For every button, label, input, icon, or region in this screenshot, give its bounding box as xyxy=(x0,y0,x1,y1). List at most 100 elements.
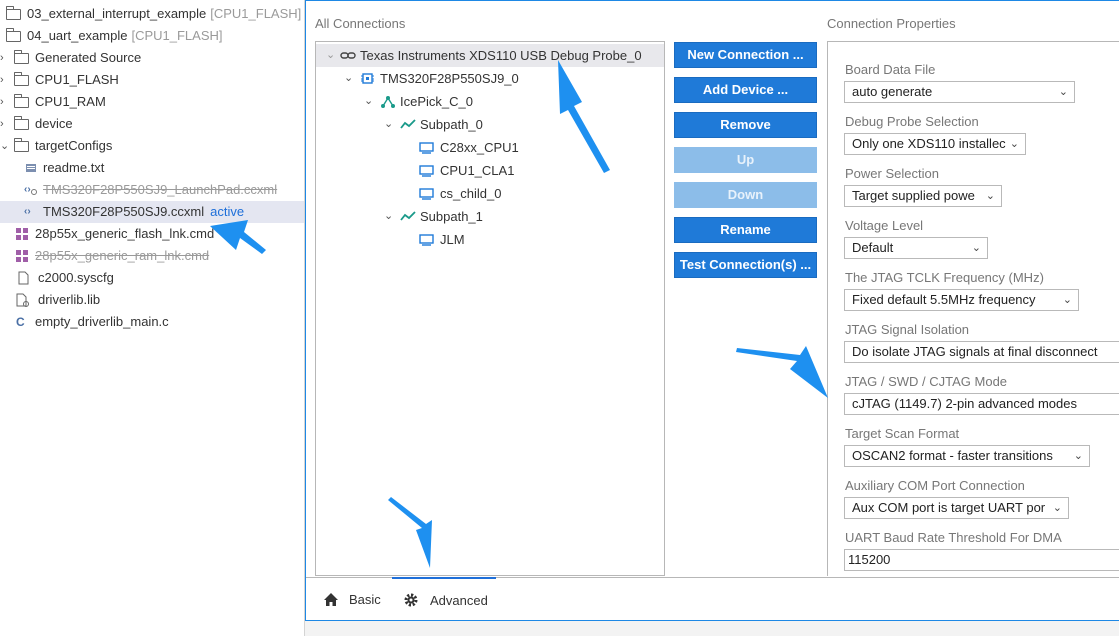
tree-item-label: readme.txt xyxy=(43,160,105,175)
tree-node-xds110-probe[interactable]: ⌄ Texas Instruments XDS110 USB Debug Pro… xyxy=(316,44,664,67)
tree-node-label: Subpath_1 xyxy=(420,209,483,224)
folder-icon xyxy=(14,94,29,108)
up-button[interactable]: Up xyxy=(674,147,817,173)
tab-label: Advanced xyxy=(430,593,488,608)
chip-icon xyxy=(361,73,374,84)
subpath-icon xyxy=(400,119,416,129)
text-file-icon xyxy=(26,164,36,172)
file-icon xyxy=(18,271,29,285)
chevron-right-icon[interactable]: › xyxy=(0,47,10,69)
power-selection-select[interactable]: Target supplied powe ⌄ xyxy=(844,185,1002,207)
tree-item-driverlib[interactable]: driverlib.lib xyxy=(0,289,304,311)
down-button[interactable]: Down xyxy=(674,182,817,208)
chevron-down-icon[interactable]: ⌄ xyxy=(0,135,10,157)
xml-file-icon: ‹› xyxy=(24,206,31,217)
debug-probe-selection-select[interactable]: Only one XDS110 installec ⌄ xyxy=(844,133,1026,155)
home-icon xyxy=(324,593,338,606)
tree-item-label: driverlib.lib xyxy=(38,292,101,307)
cpu-screen-icon xyxy=(419,188,434,200)
tab-basic[interactable]: Basic xyxy=(323,578,401,622)
chevron-down-icon[interactable]: ⌄ xyxy=(384,113,393,136)
chevron-down-icon: ⌄ xyxy=(1058,86,1068,98)
aux-com-port-label: Auxiliary COM Port Connection xyxy=(845,478,1025,493)
tree-item-targetconfigs[interactable]: ⌄ targetConfigs xyxy=(0,135,304,157)
subpath-icon xyxy=(400,211,416,221)
target-config-editor: All Connections ⌄ Texas Instruments XDS1… xyxy=(305,0,1119,622)
select-value: Target supplied powe xyxy=(852,188,975,203)
excluded-badge-icon xyxy=(31,189,37,195)
project-explorer: 03_external_interrupt_example [CPU1_FLASH… xyxy=(0,0,305,636)
tree-item-label: Generated Source xyxy=(35,50,142,65)
folder-icon xyxy=(14,138,29,152)
board-data-file-label: Board Data File xyxy=(845,62,936,77)
aux-com-port-select[interactable]: Aux COM port is target UART por ⌄ xyxy=(844,497,1069,519)
voltage-level-select[interactable]: Default ⌄ xyxy=(844,237,988,259)
tree-item-label: c2000.syscfg xyxy=(38,270,114,285)
tree-item-label: CPU1_FLASH xyxy=(35,72,119,87)
voltage-level-label: Voltage Level xyxy=(845,218,924,233)
bottom-panel-strip xyxy=(305,620,1119,636)
cpu-screen-icon xyxy=(419,142,434,154)
rename-button[interactable]: Rename xyxy=(674,217,817,243)
tree-node-label: JLM xyxy=(440,232,465,247)
tree-item-label: TMS320F28P550SJ9.ccxml xyxy=(43,204,205,219)
folder-icon xyxy=(6,28,21,42)
folder-icon xyxy=(14,72,29,86)
jtag-signal-isolation-select[interactable]: Do isolate JTAG signals at final disconn… xyxy=(844,341,1119,363)
tree-item-generated-source[interactable]: › Generated Source xyxy=(0,47,304,69)
tree-item-syscfg[interactable]: c2000.syscfg xyxy=(0,267,304,289)
folder-icon xyxy=(14,50,29,64)
board-data-file-select[interactable]: auto generate ⌄ xyxy=(844,81,1075,103)
tree-item-cpu1-ram[interactable]: › CPU1_RAM xyxy=(0,91,304,113)
cmd-file-icon xyxy=(16,250,28,262)
tree-item-readme[interactable]: readme.txt xyxy=(0,157,304,179)
chevron-down-icon: ⌄ xyxy=(1006,134,1019,154)
chevron-down-icon: ⌄ xyxy=(971,242,981,254)
test-connection-button[interactable]: Test Connection(s) ... xyxy=(674,252,817,278)
tab-advanced[interactable]: Advanced xyxy=(392,577,496,621)
uart-baud-threshold-input[interactable]: 115200 xyxy=(844,549,1119,571)
tree-item-label: device xyxy=(35,116,73,131)
tree-item-label: targetConfigs xyxy=(35,138,113,153)
chevron-right-icon[interactable]: › xyxy=(0,69,10,91)
tree-item-cpu1-flash[interactable]: › CPU1_FLASH xyxy=(0,69,304,91)
tree-node-label: Subpath_0 xyxy=(420,117,483,132)
tree-item-device[interactable]: › device xyxy=(0,113,304,135)
connections-tree: ⌄ Texas Instruments XDS110 USB Debug Pro… xyxy=(315,41,665,576)
target-scan-format-select[interactable]: OSCAN2 format - faster transitions ⌄ xyxy=(844,445,1090,467)
tree-item-active-ccxml[interactable]: ‹› TMS320F28P550SJ9.ccxml active xyxy=(0,201,304,223)
build-config-badge: [CPU1_FLASH] xyxy=(210,6,302,21)
select-value: Fixed default 5.5MHz frequency xyxy=(852,292,1036,307)
remove-button[interactable]: Remove xyxy=(674,112,817,138)
target-scan-format-label: Target Scan Format xyxy=(845,426,960,441)
tree-item-04-uart-example[interactable]: 04_uart_example [CPU1_FLASH] xyxy=(0,25,304,47)
build-config-badge: [CPU1_FLASH] xyxy=(131,28,223,43)
jtag-signal-isolation-label: JTAG Signal Isolation xyxy=(845,322,970,337)
chevron-down-icon[interactable]: ⌄ xyxy=(344,67,353,90)
chevron-down-icon: ⌄ xyxy=(1049,498,1062,518)
select-value: Only one XDS110 installec xyxy=(852,136,1006,151)
power-selection-label: Power Selection xyxy=(845,166,939,181)
tree-item-main-c[interactable]: C empty_driverlib_main.c xyxy=(0,311,304,333)
tree-node-label: Texas Instruments XDS110 USB Debug Probe… xyxy=(360,48,642,63)
chevron-down-icon[interactable]: ⌄ xyxy=(384,205,393,228)
chevron-right-icon[interactable]: › xyxy=(0,113,10,135)
tree-node-label: CPU1_CLA1 xyxy=(440,163,515,178)
select-value: Aux COM port is target UART por xyxy=(852,500,1046,515)
chevron-down-icon[interactable]: ⌄ xyxy=(326,44,335,67)
tree-item-flash-lnk[interactable]: 28p55x_generic_flash_lnk.cmd xyxy=(0,223,304,245)
tree-item-launchpad-ccxml[interactable]: ‹› TMS320F28P550SJ9_LaunchPad.ccxml xyxy=(0,179,304,201)
chevron-right-icon[interactable]: › xyxy=(0,91,10,113)
jtag-mode-select[interactable]: cJTAG (1149.7) 2-pin advanced modes xyxy=(844,393,1119,415)
tree-item-03-external-interrupt[interactable]: 03_external_interrupt_example [CPU1_FLASH… xyxy=(0,3,304,25)
active-badge: active xyxy=(210,204,245,219)
library-file-icon xyxy=(16,293,29,307)
new-connection-button[interactable]: New Connection ... xyxy=(674,42,817,68)
jtag-tclk-frequency-select[interactable]: Fixed default 5.5MHz frequency ⌄ xyxy=(844,289,1079,311)
chevron-down-icon[interactable]: ⌄ xyxy=(364,90,373,113)
select-value: Do isolate JTAG signals at final disconn… xyxy=(852,344,1098,359)
debug-probe-selection-label: Debug Probe Selection xyxy=(845,114,979,129)
tree-item-ram-lnk[interactable]: 28p55x_generic_ram_lnk.cmd xyxy=(0,245,304,267)
link-icon xyxy=(340,52,356,59)
add-device-button[interactable]: Add Device ... xyxy=(674,77,817,103)
